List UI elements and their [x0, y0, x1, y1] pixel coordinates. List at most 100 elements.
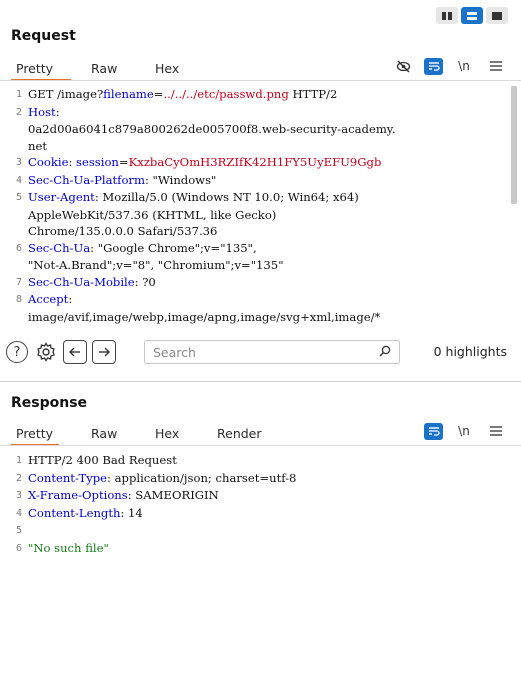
code-text: "No such file" — [28, 540, 507, 558]
hamburger-icon[interactable] — [485, 56, 507, 76]
line-number — [0, 207, 28, 224]
pane-divider[interactable] — [0, 381, 521, 382]
code-token: HTTP/2 400 Bad Request — [28, 453, 177, 467]
request-tab-hex[interactable]: Hex — [155, 57, 179, 76]
code-token: : — [55, 104, 60, 119]
code-text: net — [28, 138, 507, 155]
code-line: 8 Accept: — [0, 291, 507, 309]
arrow-right-icon[interactable] — [92, 340, 116, 364]
code-token: = — [118, 155, 129, 169]
wrap-lines-icon[interactable] — [424, 57, 443, 75]
code-line: 3 Cookie: session=KxzbaCyOmH3RZIfK42H1FY5… — [0, 154, 507, 172]
code-token: "Not-A.Brand";v="8", "Chromium";v="135" — [28, 258, 284, 272]
code-text: Chrome/135.0.0.0 Safari/537.36 — [28, 223, 507, 240]
code-text: HTTP/2 400 Bad Request — [28, 452, 507, 470]
code-line: 1 GET /image?filename=../../../etc/passwd… — [0, 86, 507, 104]
response-editor[interactable]: 1 HTTP/2 400 Bad Request 2 Content-Type: ap… — [0, 452, 507, 678]
line-number — [0, 257, 28, 274]
code-token: ../../../etc/passwd.png — [163, 87, 289, 101]
code-token: X-Frame-Options — [28, 488, 128, 502]
line-number: 2 — [15, 472, 22, 484]
single-pane-icon[interactable] — [486, 7, 508, 24]
code-token: Sec-Ch-Ua-Mobile — [28, 274, 135, 289]
code-line: net — [0, 138, 507, 155]
code-token: : Mozilla/5.0 (Windows NT 10.0; Win64; x… — [94, 190, 359, 204]
code-token: Host — [28, 104, 56, 119]
code-line: 4 Sec-Ch-Ua-Platform: "Windows" — [0, 172, 507, 190]
line-number — [0, 121, 28, 138]
line-number: 4 — [15, 174, 22, 186]
code-token: "No such file" — [28, 540, 109, 555]
code-token: : ?0 — [134, 274, 156, 289]
code-text: 0a2d00a6041c879a800262de005700f8.web-sec… — [28, 121, 507, 138]
hamburger-icon[interactable] — [485, 421, 507, 441]
code-line: 5 User-Agent: Mozilla/5.0 (Windows NT 10.… — [0, 189, 507, 207]
search-icon — [379, 345, 391, 360]
newline-toggle[interactable]: \n — [453, 56, 475, 76]
split-horizontal-icon[interactable] — [436, 7, 458, 24]
code-line: 1 HTTP/2 400 Bad Request — [0, 452, 507, 470]
code-line: image/avif,image/webp,image/apng,image/s… — [0, 309, 507, 326]
wrap-lines-icon[interactable] — [424, 422, 443, 440]
code-text: AppleWebKit/537.36 (KHTML, like Gecko) — [28, 207, 507, 224]
code-token: image/avif,image/webp,image/apng,image/s… — [28, 309, 381, 324]
code-token: session — [76, 155, 119, 169]
code-token: : 14 — [120, 505, 143, 520]
code-token: KxzbaCyOmH3RZIfK42H1FY5UyEFU9Ggb — [128, 155, 382, 169]
help-icon[interactable]: ? — [6, 341, 28, 363]
response-tab-raw[interactable]: Raw — [91, 422, 117, 441]
search-bar: ? Search 0 highlights — [0, 333, 521, 371]
code-line: 7 Sec-Ch-Ua-Mobile: ?0 — [0, 274, 507, 292]
gear-icon[interactable] — [34, 341, 58, 363]
line-number: 5 — [15, 192, 22, 203]
response-title: Response — [11, 395, 88, 411]
code-token: Content-Type — [28, 470, 108, 485]
code-text: Content-Length: 14 — [28, 505, 507, 523]
code-text: Cookie: session=KxzbaCyOmH3RZIfK42H1FY5U… — [28, 154, 507, 172]
response-tab-render[interactable]: Render — [217, 422, 262, 441]
code-text: image/avif,image/webp,image/apng,image/s… — [28, 309, 507, 326]
request-tools: \n — [382, 56, 507, 76]
code-token: User-Agent — [28, 190, 95, 204]
code-token: filename — [103, 87, 154, 101]
code-token: HTTP/2 — [288, 87, 338, 101]
code-token: GET /image? — [28, 87, 104, 101]
newline-toggle[interactable]: \n — [453, 421, 475, 441]
code-text: User-Agent: Mozilla/5.0 (Windows NT 10.0… — [28, 189, 507, 207]
response-tab-pretty[interactable]: Pretty — [16, 422, 53, 441]
code-line: 4 Content-Length: 14 — [0, 505, 507, 523]
code-token: Chrome/135.0.0.0 Safari/537.36 — [28, 224, 218, 238]
code-text: Sec-Ch-Ua-Mobile: ?0 — [28, 274, 507, 292]
search-input[interactable]: Search — [144, 340, 400, 364]
line-number: 6 — [15, 242, 22, 254]
code-line: 2 Content-Type: application/json; charset… — [0, 470, 507, 488]
code-line: 6 Sec-Ch-Ua: "Google Chrome";v="135", — [0, 240, 507, 258]
line-number: 1 — [15, 89, 22, 100]
request-editor[interactable]: 1 GET /image?filename=../../../etc/passwd… — [0, 86, 507, 326]
code-token: : "Google Chrome";v="135", — [90, 240, 257, 255]
response-tab-hex[interactable]: Hex — [155, 422, 179, 441]
code-token: = — [153, 87, 164, 101]
code-token: : "Windows" — [144, 172, 217, 187]
code-text: Sec-Ch-Ua: "Google Chrome";v="135", — [28, 240, 507, 258]
code-line: "Not-A.Brand";v="8", "Chromium";v="135" — [0, 257, 507, 274]
request-tab-raw[interactable]: Raw — [91, 57, 117, 76]
code-text: Sec-Ch-Ua-Platform: "Windows" — [28, 172, 507, 190]
request-scrollbar[interactable] — [511, 86, 517, 204]
code-text: "Not-A.Brand";v="8", "Chromium";v="135" — [28, 257, 507, 274]
code-text: X-Frame-Options: SAMEORIGIN — [28, 487, 507, 505]
eye-slash-icon[interactable] — [392, 56, 414, 76]
line-number: 4 — [15, 507, 22, 519]
line-number: 8 — [15, 294, 22, 305]
line-number: 1 — [15, 455, 22, 466]
split-vertical-icon[interactable] — [461, 7, 483, 24]
layout-toggle — [436, 7, 508, 24]
code-line: Chrome/135.0.0.0 Safari/537.36 — [0, 223, 507, 240]
code-line: AppleWebKit/537.36 (KHTML, like Gecko) — [0, 207, 507, 224]
tab-divider — [0, 80, 521, 81]
code-token: Content-Length — [28, 505, 121, 520]
request-tab-pretty[interactable]: Pretty — [16, 57, 53, 76]
code-token: Sec-Ch-Ua — [28, 240, 91, 255]
arrow-left-icon[interactable] — [63, 340, 87, 364]
